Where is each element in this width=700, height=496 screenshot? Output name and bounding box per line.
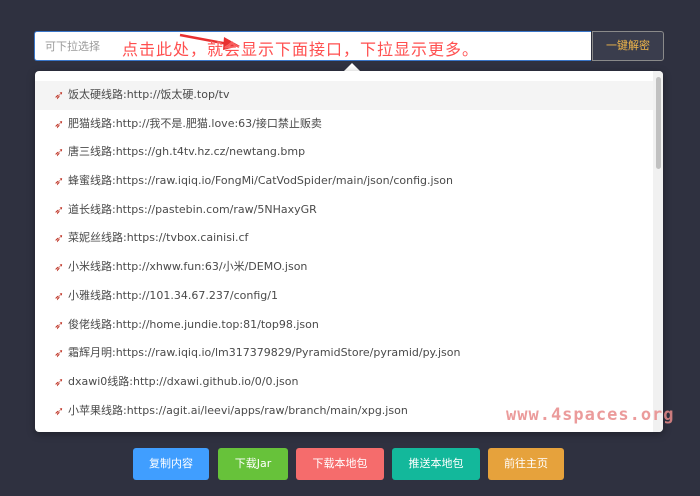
interface-option-label: 菜妮丝线路:https://tvbox.cainisi.cf xyxy=(68,231,249,245)
rocket-icon: ➶ xyxy=(53,116,65,131)
rocket-icon: ➶ xyxy=(53,260,65,275)
push-local-package-button[interactable]: 推送本地包 xyxy=(392,448,480,480)
interface-option[interactable]: ➶ 肥猫线路:http://我不是.肥猫.love:63/接口禁止贩卖 xyxy=(35,110,663,139)
interface-option[interactable]: ➶ 俊佬线路:http://home.jundie.top:81/top98.js… xyxy=(35,311,663,340)
rocket-icon: ➶ xyxy=(53,231,65,246)
rocket-icon: ➶ xyxy=(53,317,65,332)
download-local-package-button[interactable]: 下载本地包 xyxy=(296,448,384,480)
interface-option-label: 小苹果线路:https://agit.ai/leevi/apps/raw/bra… xyxy=(68,403,408,417)
annotation-text: 点击此处，就会显示下面接口，下拉显示更多。 xyxy=(122,40,480,59)
scrollbar-thumb[interactable] xyxy=(656,77,661,169)
rocket-icon: ➶ xyxy=(53,403,65,418)
decode-button[interactable]: 一键解密 xyxy=(592,31,664,61)
interface-list: ➶ 饭太硬线路:http://饭太硬.top/tv ➶ 肥猫线路:http://我不是… xyxy=(35,71,663,425)
interface-option[interactable]: ➶ 蜂蜜线路:https://raw.iqiq.io/FongMi/CatVodS… xyxy=(35,167,663,196)
interface-option[interactable]: ➶ 小雅线路:http://101.34.67.237/config/1 xyxy=(35,282,663,311)
dropdown-caret xyxy=(344,63,360,71)
copy-content-button[interactable]: 复制内容 xyxy=(133,448,209,480)
download-jar-button[interactable]: 下载Jar xyxy=(218,448,288,480)
interface-option[interactable]: ➶ 唐三线路:https://gh.t4tv.hz.cz/newtang.bmp xyxy=(35,138,663,167)
interface-option[interactable]: ➶ 小米线路:http://xhww.fun:63/小米/DEMO.json xyxy=(35,253,663,282)
interface-dropdown: ➶ 饭太硬线路:http://饭太硬.top/tv ➶ 肥猫线路:http://我不是… xyxy=(35,71,663,432)
interface-option-label: 俊佬线路:http://home.jundie.top:81/top98.jso… xyxy=(68,317,319,331)
interface-option-label: 道长线路:https://pastebin.com/raw/5NHaxyGR xyxy=(68,202,317,216)
rocket-icon: ➶ xyxy=(53,202,65,217)
interface-option-label: 小雅线路:http://101.34.67.237/config/1 xyxy=(68,288,278,302)
interface-option[interactable]: ➶ 霜辉月明:https://raw.iqiq.io/lm317379829/Py… xyxy=(35,339,663,368)
interface-option-label: 唐三线路:https://gh.t4tv.hz.cz/newtang.bmp xyxy=(68,145,306,159)
interface-option-label: 肥猫线路:http://我不是.肥猫.love:63/接口禁止贩卖 xyxy=(68,116,322,130)
interface-option[interactable]: ➶ dxawi0线路:http://dxawi.github.io/0/0.jso… xyxy=(35,368,663,397)
interface-option-label: dxawi0线路:http://dxawi.github.io/0/0.json xyxy=(68,374,299,388)
rocket-icon: ➶ xyxy=(53,346,65,361)
interface-option[interactable]: ➶ 道长线路:https://pastebin.com/raw/5NHaxyGR xyxy=(35,196,663,225)
rocket-icon: ➶ xyxy=(53,145,65,160)
go-home-button[interactable]: 前往主页 xyxy=(488,448,564,480)
rocket-icon: ➶ xyxy=(53,88,65,102)
interface-option-label: 饭太硬线路:http://饭太硬.top/tv xyxy=(68,88,230,101)
watermark: www.4spaces.org xyxy=(506,405,675,425)
rocket-icon: ➶ xyxy=(53,374,65,389)
interface-option-label: 蜂蜜线路:https://raw.iqiq.io/FongMi/CatVodSp… xyxy=(68,174,453,188)
dropdown-scrollbar[interactable] xyxy=(653,71,663,432)
interface-option-label: 小米线路:http://xhww.fun:63/小米/DEMO.json xyxy=(68,260,308,274)
rocket-icon: ➶ xyxy=(53,174,65,189)
interface-option-label: 霜辉月明:https://raw.iqiq.io/lm317379829/Pyr… xyxy=(68,346,461,360)
interface-option[interactable]: ➶ 饭太硬线路:http://饭太硬.top/tv xyxy=(35,81,663,110)
interface-option[interactable]: ➶ 菜妮丝线路:https://tvbox.cainisi.cf xyxy=(35,224,663,253)
rocket-icon: ➶ xyxy=(53,288,65,303)
